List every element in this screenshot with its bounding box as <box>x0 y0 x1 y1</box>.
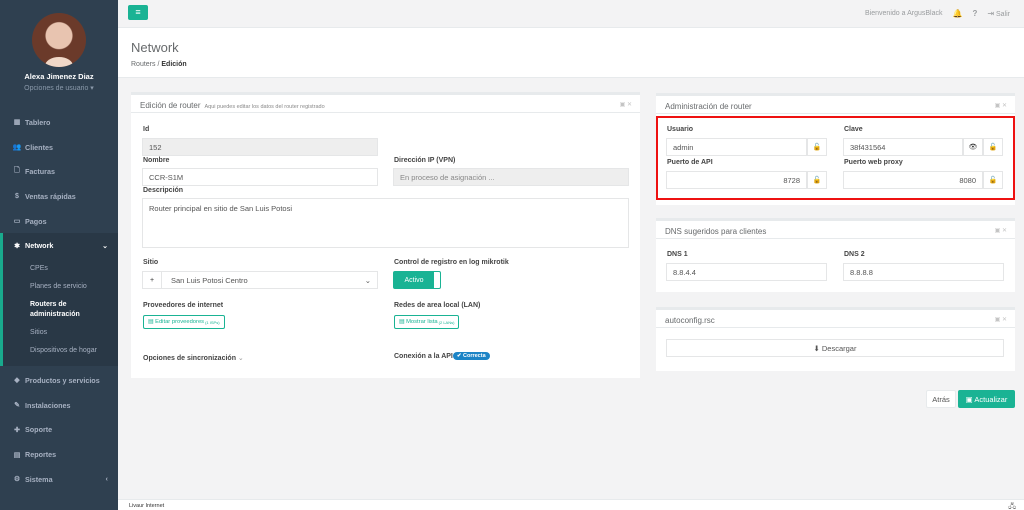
profile-name: Alexa Jimenez Diaz <box>24 72 94 81</box>
panel-title: Administración de router <box>665 102 752 111</box>
sidebar: Alexa Jimenez Diaz Opciones de usuario ▾… <box>0 0 118 510</box>
log-label: Control de registro en log mikrotik <box>394 259 509 266</box>
name-label: Nombre <box>143 157 170 164</box>
avatar[interactable] <box>32 13 86 67</box>
sidebar-item-sistema[interactable]: ⚙ Sistema ‹ <box>0 467 118 492</box>
panel-title: Edición de router <box>140 101 201 110</box>
breadcrumb-current: Edición <box>161 61 187 68</box>
site-select[interactable]: San Luis Potosi Centro ⌄ <box>161 271 378 289</box>
api-connection: Conexión a la API ✔ Correcta <box>394 352 490 360</box>
subnav-item-routers[interactable]: Routers de administración <box>3 296 118 324</box>
sidebar-item-productos[interactable]: ◆ Productos y servicios <box>0 368 118 393</box>
wrench-icon: ✎ <box>14 402 20 410</box>
card-icon: ▭ <box>13 218 21 226</box>
gears-icon: ⚙ <box>13 476 21 484</box>
sidebar-item-tablero[interactable]: ▦ Tablero <box>0 110 118 135</box>
chevron-down-icon: ⌄ <box>102 242 108 250</box>
tag-icon: ◆ <box>14 377 20 385</box>
api-status-badge: ✔ Correcta <box>452 352 490 360</box>
show-lan-button[interactable]: ▤ Mostrar lista (2 LANs) <box>394 315 460 329</box>
subnav-item-cpes[interactable]: CPEs <box>3 260 118 278</box>
sidebar-item-facturas[interactable]: 🗋 Facturas <box>0 159 118 184</box>
site-label: Sitio <box>143 259 159 266</box>
page-title: Network <box>131 40 179 55</box>
sidebar-nav-lower: ◆ Productos y servicios ✎ Instalaciones ✚ S… <box>0 368 118 491</box>
logout-icon: ⇥ <box>987 9 995 18</box>
panel-tools-icon[interactable]: ▣ ✕ <box>995 316 1007 323</box>
description-label: Descripción <box>143 187 184 194</box>
footer: Livaur Internet 🖧 <box>118 499 1024 510</box>
report-icon: ▤ <box>13 451 21 459</box>
name-input[interactable]: CCR-S1M <box>142 168 378 186</box>
description-textarea[interactable]: Router principal en sitio de San Luis Po… <box>142 198 629 248</box>
isp-label: Proveedores de internet <box>143 302 224 309</box>
subnav-item-sitios[interactable]: Sitios <box>3 324 118 342</box>
network-icon: 🖧 <box>1008 503 1016 510</box>
panel-subtitle: Aqui puedes editar los datos del router … <box>204 104 325 110</box>
page-heading: Network Routers / Edición <box>118 28 1024 78</box>
panel-tools-icon[interactable]: ▣ ✕ <box>995 227 1007 234</box>
welcome-text: Bienvenido a ArgusBlack <box>865 10 943 17</box>
topbar-right: Bienvenido a ArgusBlack 🔔 ? ⇥ Salir <box>865 9 1010 18</box>
network-submenu: CPEs Planes de servicio Routers de admin… <box>0 258 118 367</box>
chevron-down-icon: ⌄ <box>237 355 244 362</box>
sidebar-item-ventas[interactable]: $ Ventas rápidas <box>0 184 118 209</box>
sidebar-item-clientes[interactable]: 👥 Clientes <box>0 135 118 160</box>
profile: Alexa Jimenez Diaz Opciones de usuario ▾ <box>0 0 118 105</box>
logout-link[interactable]: ⇥ Salir <box>987 9 1010 18</box>
sync-options-toggle[interactable]: Opciones de sincronización ⌄ <box>143 354 244 362</box>
topbar: ≡ Bienvenido a ArgusBlack 🔔 ? ⇥ Salir <box>118 0 1024 28</box>
edit-isp-button[interactable]: ▤ Editar proveedores (1 ISPs) <box>143 315 225 329</box>
panel-header: Administración de router ▣ ✕ <box>656 96 1015 114</box>
document-icon: 🗋 <box>14 167 20 175</box>
dns2-input[interactable]: 8.8.8.8 <box>843 263 1004 281</box>
subnav-item-dispositivos[interactable]: Dispositivos de hogar <box>3 342 118 360</box>
dns1-label: DNS 1 <box>667 251 688 258</box>
menu-toggle-button[interactable]: ≡ <box>128 5 148 20</box>
support-icon: ✚ <box>14 426 20 434</box>
dns1-input[interactable]: 8.8.4.4 <box>666 263 827 281</box>
sidebar-item-soporte[interactable]: ✚ Soporte <box>0 418 118 443</box>
sidebar-item-pagos[interactable]: ▭ Pagos <box>0 209 118 234</box>
back-button[interactable]: Atrás <box>926 390 956 408</box>
panel-title: DNS sugeridos para clientes <box>665 227 767 236</box>
dollar-icon: $ <box>15 192 19 200</box>
user-options-dropdown[interactable]: Opciones de usuario ▾ <box>0 84 118 92</box>
network-icon: ✱ <box>14 242 20 250</box>
sidebar-item-reportes[interactable]: ▤ Reportes <box>0 442 118 467</box>
breadcrumb-routers[interactable]: Routers <box>131 61 156 68</box>
id-label: Id <box>143 126 150 133</box>
chevron-left-icon: ‹ <box>105 475 108 483</box>
log-toggle-state: Activo <box>394 272 434 288</box>
panel-title: autoconfig.rsc <box>665 316 715 325</box>
log-toggle[interactable]: Activo <box>393 271 441 289</box>
sidebar-item-network[interactable]: ✱ Network ⌄ <box>0 233 118 259</box>
dashboard-icon: ▦ <box>13 119 21 127</box>
subnav-item-planes[interactable]: Planes de servicio <box>3 278 118 296</box>
help-icon[interactable]: ? <box>972 9 977 18</box>
ip-field: En proceso de asignación ... <box>393 168 629 186</box>
panel-tools-icon[interactable]: ▣ ✕ <box>995 102 1007 109</box>
ip-label: Dirección IP (VPN) <box>394 157 456 164</box>
update-button[interactable]: ▣ Actualizar <box>958 390 1015 408</box>
highlight-box <box>656 116 1015 200</box>
panel-header: Edición de router Aqui puedes editar los … <box>131 95 640 113</box>
id-field: 152 <box>142 138 378 156</box>
download-button[interactable]: ⬇ Descargar <box>666 339 1004 357</box>
sidebar-item-instalaciones[interactable]: ✎ Instalaciones <box>0 393 118 418</box>
add-site-button[interactable]: + <box>142 271 162 289</box>
footer-text: Livaur Internet <box>129 503 165 509</box>
chevron-down-icon: ⌄ <box>364 275 371 285</box>
panel-header: autoconfig.rsc ▣ ✕ <box>656 310 1015 328</box>
panel-tools-icon[interactable]: ▣ ✕ <box>620 101 632 108</box>
lan-label: Redes de area local (LAN) <box>394 302 481 309</box>
sidebar-nav: ▦ Tablero 👥 Clientes 🗋 Facturas $ Ventas ráp… <box>0 110 118 259</box>
dns2-label: DNS 2 <box>844 251 865 258</box>
bell-icon[interactable]: 🔔 <box>952 9 962 18</box>
breadcrumb: Routers / Edición <box>131 61 187 68</box>
users-icon: 👥 <box>12 144 22 152</box>
panel-header: DNS sugeridos para clientes ▣ ✕ <box>656 221 1015 239</box>
